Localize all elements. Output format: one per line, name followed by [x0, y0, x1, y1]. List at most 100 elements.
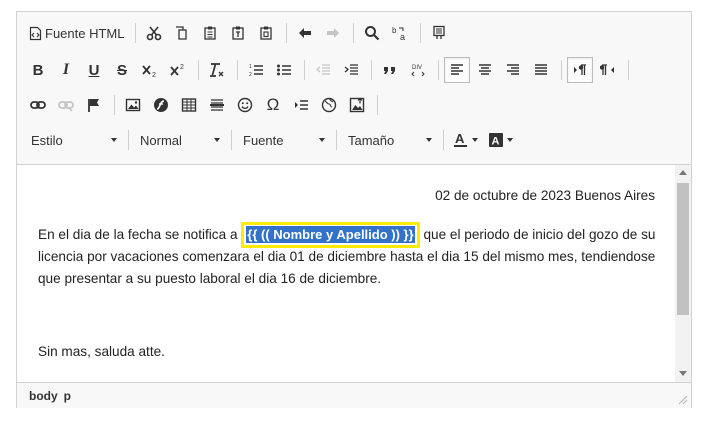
align-left-icon: [451, 64, 463, 75]
style-dropdown[interactable]: Estilo: [25, 127, 123, 153]
paste-text-button[interactable]: [225, 20, 251, 46]
scroll-down-icon[interactable]: [679, 371, 687, 376]
toolbar-separator: [443, 130, 444, 150]
toolbar-separator: [198, 60, 199, 80]
subscript-button[interactable]: 2: [137, 57, 163, 83]
unlink-button[interactable]: [53, 92, 79, 118]
image-upload-icon: [349, 97, 365, 113]
special-char-button[interactable]: Ω: [260, 92, 286, 118]
paste-text-icon: [232, 26, 245, 40]
find-button[interactable]: [359, 20, 385, 46]
redo-button[interactable]: [320, 20, 346, 46]
flash-button[interactable]: [148, 92, 174, 118]
source-label: Fuente HTML: [45, 25, 125, 41]
source-button[interactable]: Fuente HTML: [25, 20, 128, 46]
quote-icon: [384, 67, 395, 74]
undo-button[interactable]: [292, 20, 318, 46]
link-icon: [30, 101, 46, 109]
chevron-down-icon: [426, 138, 432, 142]
align-justify-icon: [535, 64, 547, 75]
smiley-icon: [237, 97, 253, 113]
vertical-scrollbar[interactable]: [675, 165, 691, 382]
paragraph-text-before: En el dia de la fecha se notifica a: [38, 227, 242, 242]
svg-text:2: 2: [249, 72, 252, 78]
blockquote-button[interactable]: [377, 57, 403, 83]
italic-button[interactable]: I: [53, 57, 79, 83]
toolbar-row-2: B I U S 2 2 12 DIV: [25, 55, 634, 85]
page-break-icon: [295, 100, 308, 110]
flash-icon: [154, 98, 168, 112]
outdent-icon: [315, 64, 330, 75]
format-dropdown[interactable]: Normal: [134, 127, 226, 153]
indent-button[interactable]: [338, 57, 364, 83]
replace-button[interactable]: ba: [387, 20, 413, 46]
background-color-icon: A: [489, 133, 503, 148]
cut-button[interactable]: [141, 20, 167, 46]
editor-content[interactable]: 02 de octubre de 2023 Buenos Aires En el…: [17, 165, 675, 382]
scroll-up-icon[interactable]: [679, 170, 687, 175]
remove-format-button[interactable]: [204, 57, 230, 83]
chevron-down-icon: [507, 138, 513, 142]
search-icon: [365, 26, 380, 41]
remove-format-icon: [210, 63, 224, 77]
align-center-button[interactable]: [472, 57, 498, 83]
text-color-button[interactable]: A: [449, 127, 482, 153]
horizontal-rule-button[interactable]: [204, 92, 230, 118]
toolbar-separator: [438, 60, 439, 80]
scrollbar-thumb[interactable]: [677, 183, 689, 315]
scissors-icon: [147, 26, 162, 41]
toolbar-separator: [377, 95, 378, 115]
create-div-button[interactable]: DIV: [405, 57, 431, 83]
chevron-down-icon: [319, 138, 325, 142]
toolbar-separator: [237, 60, 238, 80]
image-button[interactable]: [120, 92, 146, 118]
format-dropdown-value: Normal: [140, 132, 182, 148]
name-placeholder[interactable]: {{ (( Nombre y Apellido )) }}: [246, 226, 415, 243]
superscript-button[interactable]: 2: [165, 57, 191, 83]
paste-word-button[interactable]: [253, 20, 279, 46]
copy-button[interactable]: [169, 20, 195, 46]
svg-text:DIV: DIV: [412, 65, 422, 71]
svg-text:2: 2: [180, 64, 184, 71]
underline-button[interactable]: U: [81, 57, 107, 83]
toolbar-separator: [371, 60, 372, 80]
align-right-button[interactable]: [500, 57, 526, 83]
resize-handle-icon[interactable]: [678, 395, 688, 405]
path-item-body[interactable]: body: [29, 389, 58, 403]
toolbar-separator: [128, 130, 129, 150]
background-color-button[interactable]: A: [484, 127, 517, 153]
image-upload-button[interactable]: [344, 92, 370, 118]
table-button[interactable]: [176, 92, 202, 118]
svg-text:A: A: [492, 136, 500, 148]
align-justify-button[interactable]: [528, 57, 554, 83]
toolbar-separator: [561, 60, 562, 80]
page-break-button[interactable]: [288, 92, 314, 118]
chevron-down-icon: [472, 138, 478, 142]
bold-button[interactable]: B: [25, 57, 51, 83]
templates-button[interactable]: [426, 20, 452, 46]
paste-button[interactable]: [197, 20, 223, 46]
toolbar-row-1: Fuente HTML b a: [25, 18, 454, 48]
smiley-button[interactable]: [232, 92, 258, 118]
element-path-bar: body p: [17, 382, 691, 408]
outdent-button[interactable]: [310, 57, 336, 83]
globe-icon: [321, 97, 337, 113]
chevron-down-icon: [214, 138, 220, 142]
link-button[interactable]: [25, 92, 51, 118]
bulleted-list-button[interactable]: [271, 57, 297, 83]
toolbar-row-4: Estilo Normal Fuente Tamaño A A: [25, 125, 519, 155]
ltr-button[interactable]: [567, 57, 593, 83]
rtl-button[interactable]: [595, 57, 621, 83]
font-dropdown[interactable]: Fuente: [237, 127, 331, 153]
align-center-icon: [479, 64, 491, 75]
iframe-button[interactable]: [316, 92, 342, 118]
anchor-button[interactable]: [81, 92, 107, 118]
numbered-list-button[interactable]: 12: [243, 57, 269, 83]
size-dropdown[interactable]: Tamaño: [342, 127, 438, 153]
div-container-icon: DIV: [411, 65, 425, 77]
replace-icon: ba: [392, 26, 405, 41]
path-item-p[interactable]: p: [64, 389, 71, 403]
table-icon: [181, 98, 197, 112]
strike-button[interactable]: S: [109, 57, 135, 83]
align-left-button[interactable]: [444, 57, 470, 83]
